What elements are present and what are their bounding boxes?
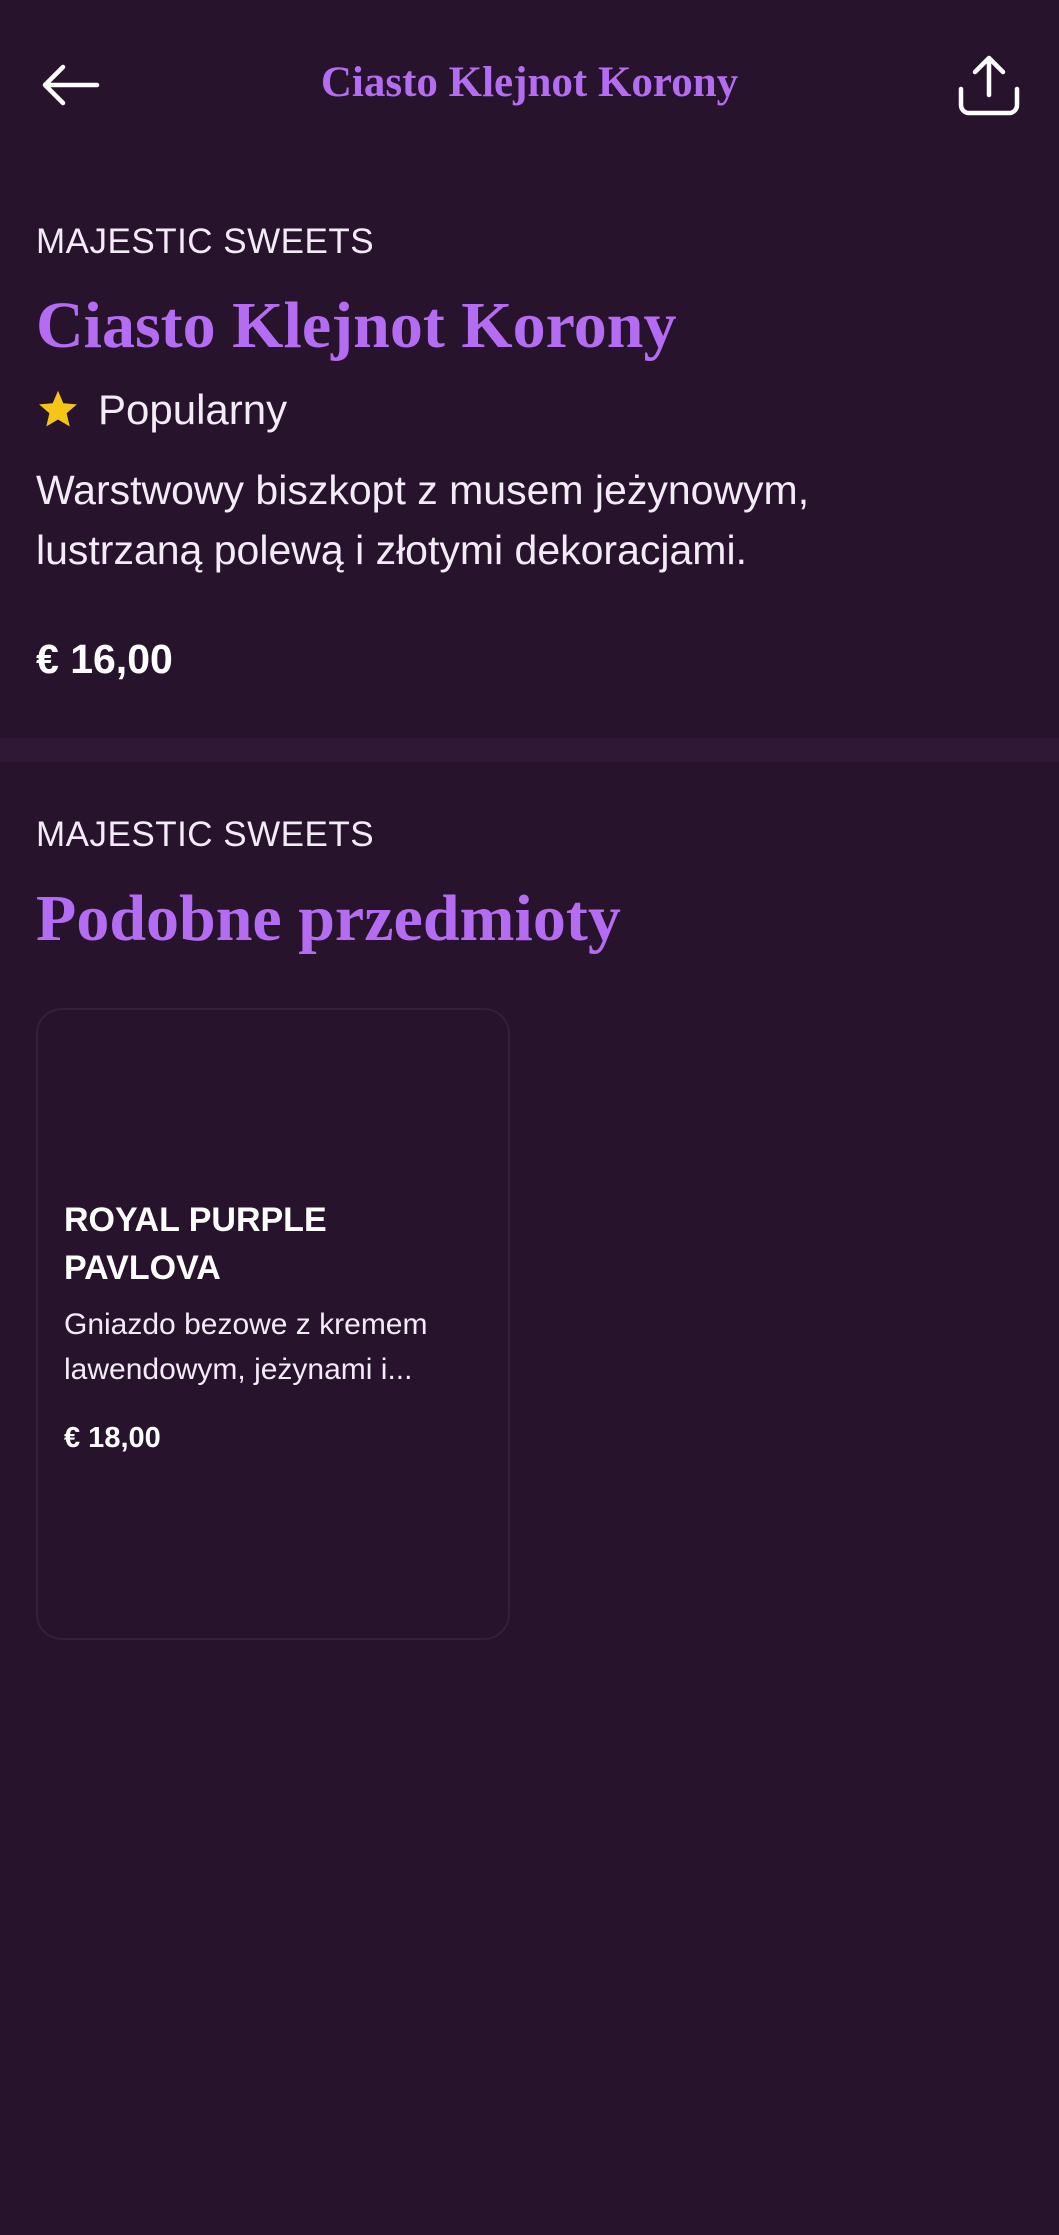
similar-item-card[interactable]: ROYAL PURPLE PAVLOVA Gniazdo bezowe z kr… [36, 1008, 510, 1640]
share-button[interactable] [949, 46, 1029, 126]
badge-label: Popularny [98, 386, 288, 433]
back-button[interactable] [30, 50, 110, 120]
product-info: MAJESTIC SWEETS Ciasto Klejnot Korony Po… [36, 220, 1026, 683]
product-title: Ciasto Klejnot Korony [36, 289, 677, 362]
product-detail-screen: Ciasto Klejnot Korony MAJESTIC SWEETS Ci… [0, 0, 1059, 2235]
similar-items-section: MAJESTIC SWEETS Podobne przedmioty [36, 813, 1026, 959]
similar-section-title: Podobne przedmioty [36, 882, 621, 955]
product-description: Warstwowy biszkopt z musem jeżynowym, lu… [36, 467, 810, 573]
arrow-left-icon [42, 64, 100, 106]
header-title: Ciasto Klejnot Korony [320, 59, 739, 106]
card-description: Gniazdo bezowe z kremem lawendowym, jeży… [64, 1308, 428, 1386]
star-icon [39, 390, 77, 427]
card-price: € 18,00 [64, 1422, 161, 1454]
card-title: ROYAL PURPLE PAVLOVA [64, 1201, 327, 1287]
product-price: € 16,00 [36, 636, 173, 682]
brand-label: MAJESTIC SWEETS [36, 222, 375, 261]
share-icon [958, 55, 1020, 116]
popular-badge: Popularny [36, 380, 1026, 440]
section-divider [0, 738, 1059, 762]
card-body: ROYAL PURPLE PAVLOVA Gniazdo bezowe z kr… [64, 1196, 482, 1455]
top-bar: Ciasto Klejnot Korony [0, 0, 1059, 168]
similar-brand-label: MAJESTIC SWEETS [36, 815, 375, 854]
